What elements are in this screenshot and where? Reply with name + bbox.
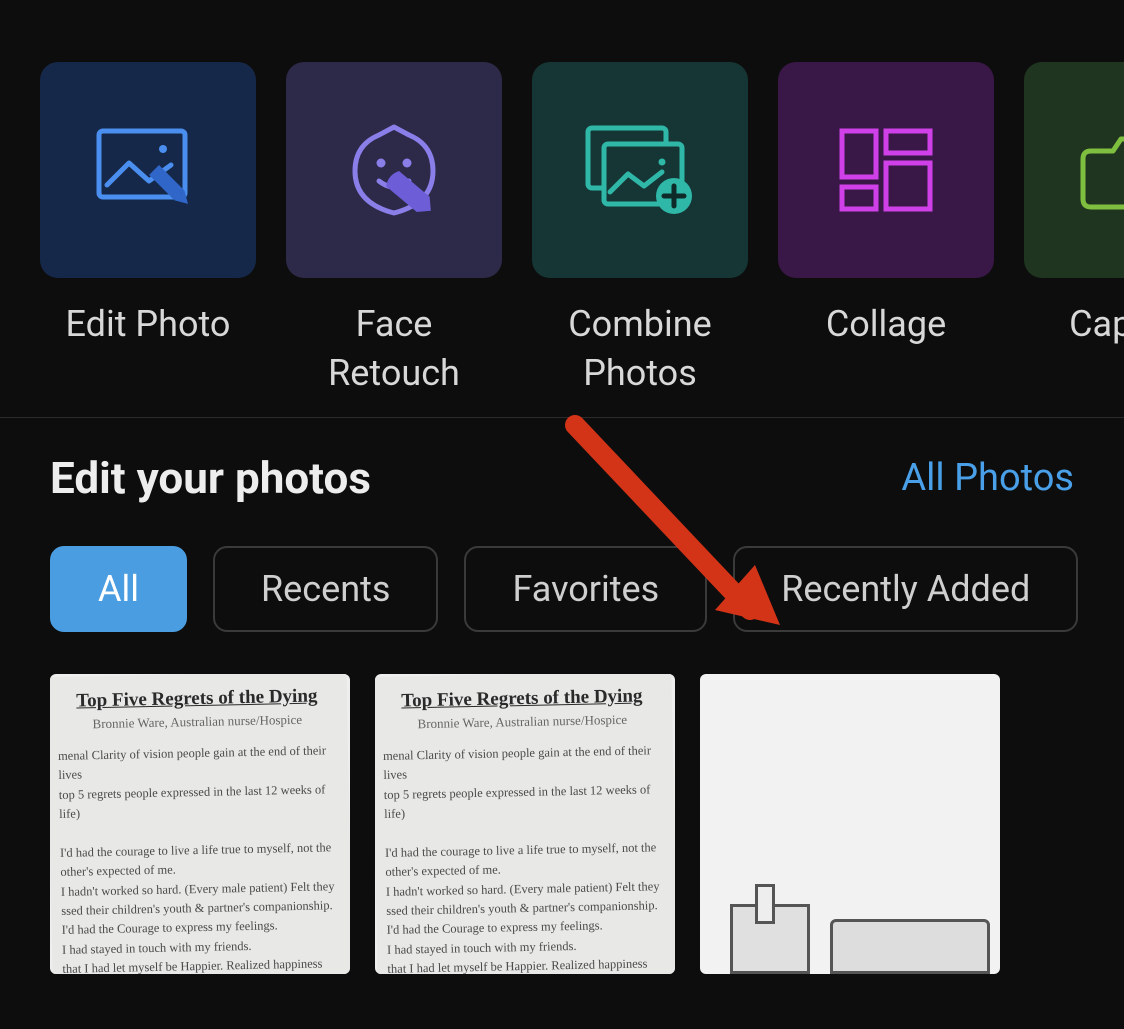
tool-edit-photo[interactable]: Edit Photo <box>40 62 256 397</box>
tool-combine-photos[interactable]: Combine Photos <box>532 62 748 397</box>
tool-tile-capture[interactable] <box>1024 62 1124 278</box>
doc-body: menal Clarity of vision people gain at t… <box>383 741 669 974</box>
photo-thumb-3[interactable] <box>700 674 1000 974</box>
tool-label-edit: Edit Photo <box>66 300 231 349</box>
sketch-shape <box>830 919 990 974</box>
sketch-shape <box>755 884 775 924</box>
tool-tile-combine[interactable] <box>532 62 748 278</box>
doc-body: menal Clarity of vision people gain at t… <box>58 741 344 974</box>
filter-row: All Recents Favorites Recently Added <box>50 546 1124 632</box>
filter-recently-added[interactable]: Recently Added <box>733 546 1078 632</box>
doc-heading: Top Five Regrets of the Dying <box>57 685 337 713</box>
tool-label-face: Face Retouch <box>286 300 502 397</box>
tool-label-combine: Combine Photos <box>532 300 748 397</box>
edit-photo-icon <box>93 125 203 215</box>
photo-thumb-1[interactable]: Top Five Regrets of the Dying Bronnie Wa… <box>50 674 350 974</box>
filter-recents[interactable]: Recents <box>213 546 438 632</box>
filter-favorites[interactable]: Favorites <box>464 546 707 632</box>
face-retouch-icon <box>339 115 449 225</box>
doc-thumb-content: Top Five Regrets of the Dying Bronnie Wa… <box>375 674 675 974</box>
collage-icon <box>836 125 936 215</box>
filter-all[interactable]: All <box>50 546 187 632</box>
capture-icon <box>1077 125 1124 215</box>
combine-photos-icon <box>580 120 700 220</box>
tool-capture[interactable]: Capture <box>1024 62 1124 397</box>
photo-thumb-2[interactable]: Top Five Regrets of the Dying Bronnie Wa… <box>375 674 675 974</box>
doc-heading: Top Five Regrets of the Dying <box>382 685 662 713</box>
section-header: Edit your photos All Photos <box>50 452 1124 504</box>
tool-label-collage: Collage <box>826 300 946 349</box>
tool-collage[interactable]: Collage <box>778 62 994 397</box>
doc-subheading: Bronnie Ware, Australian nurse/Hospice <box>382 711 662 733</box>
edit-photos-section: Edit your photos All Photos All Recents … <box>0 418 1124 974</box>
tool-tile-face[interactable] <box>286 62 502 278</box>
section-title: Edit your photos <box>50 452 371 504</box>
thumbs-row: Top Five Regrets of the Dying Bronnie Wa… <box>50 674 1124 974</box>
tool-tile-collage[interactable] <box>778 62 994 278</box>
doc-thumb-content: Top Five Regrets of the Dying Bronnie Wa… <box>50 674 350 974</box>
tools-row: Edit Photo Face Retouch <box>0 0 1124 397</box>
tool-label-capture: Capture <box>1069 300 1124 349</box>
tool-face-retouch[interactable]: Face Retouch <box>286 62 502 397</box>
all-photos-link[interactable]: All Photos <box>901 456 1074 500</box>
doc-subheading: Bronnie Ware, Australian nurse/Hospice <box>57 711 337 733</box>
tool-tile-edit[interactable] <box>40 62 256 278</box>
